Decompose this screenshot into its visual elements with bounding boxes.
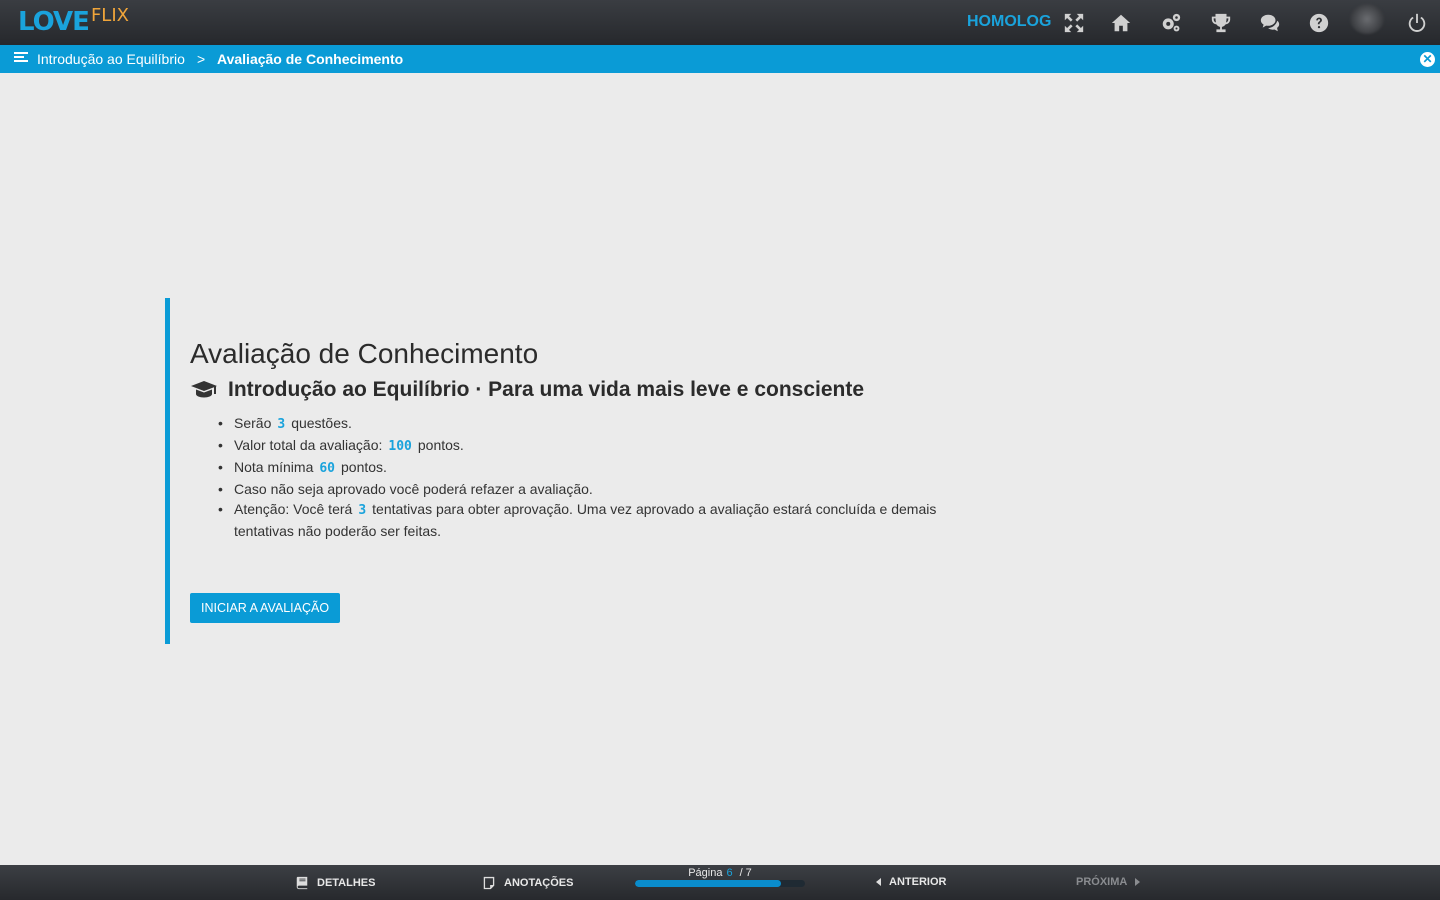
- settings-icon[interactable]: [1156, 8, 1186, 38]
- page-progress-fill: [635, 880, 781, 887]
- rule-value: 3: [277, 417, 286, 432]
- total-pages: 7: [745, 867, 752, 879]
- help-icon[interactable]: [1304, 8, 1334, 38]
- loveflix-logo[interactable]: LOVE FLIX: [18, 6, 129, 38]
- top-bar: LOVE FLIX HOMOLOG: [0, 0, 1440, 45]
- list-item: Atenção: Você terá3tentativas para obter…: [210, 499, 950, 541]
- user-avatar[interactable]: [1350, 4, 1384, 34]
- previous-button[interactable]: ANTERIOR: [876, 876, 946, 888]
- notes-button[interactable]: ANOTAÇÕES: [482, 876, 573, 890]
- breadcrumb-separator: >: [197, 51, 206, 67]
- chat-icon[interactable]: [1255, 8, 1285, 38]
- menu-icon[interactable]: [14, 52, 28, 66]
- rule-value: 3: [358, 503, 367, 518]
- list-item: Caso não seja aprovado você poderá refaz…: [210, 479, 950, 499]
- list-item: Nota mínima60pontos.: [210, 457, 950, 479]
- trophy-icon[interactable]: [1206, 8, 1236, 38]
- book-icon: [296, 876, 308, 890]
- details-button[interactable]: DETALHES: [295, 876, 375, 890]
- home-icon[interactable]: [1106, 8, 1136, 38]
- assessment-card: Avaliação de Conhecimento Introdução ao …: [165, 298, 965, 644]
- list-item: Valor total da avaliação:100pontos.: [210, 435, 950, 457]
- breadcrumb-current: Avaliação de Conhecimento: [217, 51, 404, 67]
- logo-flix-text: FLIX: [90, 5, 129, 26]
- breadcrumb: Introdução ao Equilíbrio > Avaliação de …: [0, 45, 1440, 73]
- current-page: 6: [726, 867, 733, 879]
- rule-value: 100: [388, 439, 412, 454]
- power-icon[interactable]: [1402, 8, 1432, 38]
- start-assessment-button[interactable]: INICIAR A AVALIAÇÃO: [190, 593, 341, 623]
- page-progress-bar: [635, 880, 805, 887]
- list-item: Serão3questões.: [210, 413, 950, 435]
- close-icon[interactable]: ✕: [1420, 52, 1435, 67]
- environment-label: HOMOLOG: [967, 13, 1052, 30]
- rule-value: 60: [319, 461, 336, 476]
- bottom-navigation-bar: DETALHES ANOTAÇÕES Página 6/7 ANTERIOR PR…: [0, 865, 1440, 900]
- course-subtitle: Introdução ao Equilíbrio · Para uma vida…: [228, 378, 865, 401]
- next-button[interactable]: PRÓXIMA: [1076, 876, 1141, 888]
- assessment-rules-list: Serão3questões. Valor total da avaliação…: [210, 413, 950, 541]
- breadcrumb-course-link[interactable]: Introdução ao Equilíbrio: [37, 51, 185, 67]
- fullscreen-icon[interactable]: [1059, 8, 1089, 38]
- note-icon: [483, 876, 495, 890]
- chevron-right-icon: [1135, 878, 1141, 886]
- page-indicator: Página 6/7: [688, 867, 752, 879]
- graduation-cap-icon: [190, 379, 218, 401]
- logo-love-text: LOVE: [18, 7, 90, 37]
- page-title: Avaliação de Conhecimento: [190, 338, 539, 369]
- course-subtitle-row: Introdução ao Equilíbrio · Para uma vida…: [190, 378, 864, 402]
- chevron-left-icon: [876, 878, 881, 886]
